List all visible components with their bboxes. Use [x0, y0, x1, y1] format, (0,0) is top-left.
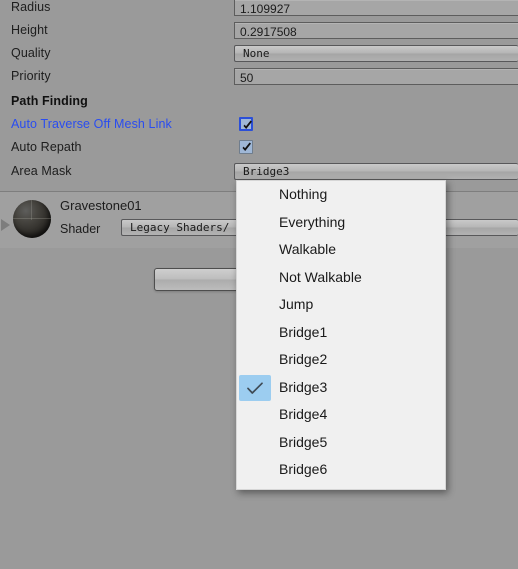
- menu-item[interactable]: Not Walkable: [237, 264, 445, 292]
- area-mask-dropdown[interactable]: Bridge3: [234, 163, 518, 180]
- auto-traverse-off-mesh-link-checkbox[interactable]: [239, 117, 253, 131]
- menu-item-label: Walkable: [279, 241, 337, 257]
- property-row-auto-repath: Auto Repath: [0, 136, 518, 159]
- radius-value: 1.109927: [240, 2, 291, 16]
- menu-item[interactable]: Bridge6: [237, 456, 445, 484]
- property-label-quality: Quality: [11, 46, 51, 60]
- menu-item-label: Not Walkable: [279, 268, 362, 285]
- menu-item[interactable]: Nothing: [237, 181, 445, 209]
- property-label-height: Height: [11, 23, 48, 37]
- quality-dropdown[interactable]: None: [234, 45, 518, 62]
- menu-item-checkmark: [239, 374, 271, 401]
- height-value: 0.2917508: [240, 25, 297, 39]
- radius-input[interactable]: 1.109927: [234, 0, 518, 16]
- menu-item-label: Bridge2: [279, 351, 328, 367]
- property-label-radius: Radius: [11, 0, 51, 14]
- menu-item[interactable]: Bridge5: [237, 429, 445, 457]
- menu-item[interactable]: Everything: [237, 209, 445, 237]
- priority-input[interactable]: 50: [234, 68, 518, 85]
- foldout-arrow-icon[interactable]: [1, 219, 10, 231]
- property-label-priority: Priority: [11, 69, 51, 83]
- checkmark-icon: [243, 120, 252, 129]
- property-row-radius: Radius 1.109927: [0, 0, 518, 19]
- property-row-priority: Priority 50: [0, 65, 518, 88]
- property-row-quality: Quality None: [0, 42, 518, 65]
- menu-item[interactable]: Bridge2: [237, 346, 445, 374]
- menu-item-label: Bridge1: [279, 323, 328, 340]
- property-row-auto-traverse-off-mesh-link: Auto Traverse Off Mesh Link: [0, 113, 518, 136]
- checkmark-icon: [247, 381, 263, 394]
- area-mask-menu[interactable]: Nothing Everything Walkable Not Walkable…: [236, 180, 446, 490]
- auto-repath-checkbox[interactable]: [239, 140, 253, 154]
- menu-item-label: Bridge4: [279, 406, 328, 422]
- shader-value: Legacy Shaders/: [130, 221, 230, 234]
- property-label-auto-traverse-off-mesh-link: Auto Traverse Off Mesh Link: [11, 117, 172, 131]
- menu-item-label: Bridge3: [279, 378, 328, 395]
- menu-item[interactable]: Walkable: [237, 236, 445, 264]
- property-row-height: Height 0.2917508: [0, 19, 518, 42]
- menu-item-label: Nothing: [279, 186, 328, 202]
- menu-item[interactable]: Bridge4: [237, 401, 445, 429]
- shader-label: Shader: [60, 222, 101, 236]
- quality-value: None: [243, 47, 270, 60]
- height-input[interactable]: 0.2917508: [234, 22, 518, 39]
- section-header-path-finding: Path Finding: [0, 90, 518, 113]
- area-mask-value: Bridge3: [243, 165, 290, 178]
- menu-item-label: Bridge5: [279, 433, 328, 450]
- priority-value: 50: [240, 71, 254, 85]
- menu-item-selected[interactable]: Bridge3: [237, 374, 445, 402]
- property-label-area-mask: Area Mask: [11, 164, 72, 178]
- property-label-auto-repath: Auto Repath: [11, 140, 82, 154]
- menu-item-label: Bridge6: [279, 461, 328, 477]
- section-title-path-finding: Path Finding: [11, 94, 88, 108]
- menu-item-label: Everything: [279, 213, 346, 230]
- checkmark-icon: [242, 142, 251, 151]
- menu-item-label: Jump: [279, 296, 314, 312]
- material-name: Gravestone01: [60, 198, 142, 213]
- material-preview-sphere: [13, 200, 51, 238]
- menu-item[interactable]: Jump: [237, 291, 445, 319]
- menu-item[interactable]: Bridge1: [237, 319, 445, 347]
